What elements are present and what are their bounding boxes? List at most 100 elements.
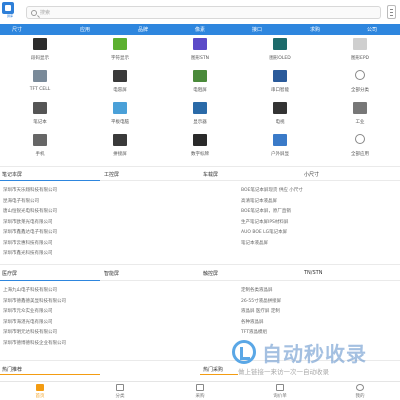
category-item[interactable]: 显示器 xyxy=(160,100,240,132)
profile-icon xyxy=(356,384,364,391)
category-label: 拼接屏 xyxy=(113,152,127,157)
category-item[interactable]: 段码显示 xyxy=(0,36,80,68)
section-tab[interactable]: 热门采购 xyxy=(203,366,223,373)
capacitive-screen-icon xyxy=(113,70,127,82)
product-link[interactable]: 液晶屏 医疗屏 定制 xyxy=(241,308,280,314)
category-item[interactable]: 电视 xyxy=(240,100,320,132)
category-label: 显示器 xyxy=(193,120,207,125)
product-link[interactable]: 生产笔记本屏IPS材料屏 xyxy=(241,219,288,225)
laptop-icon xyxy=(33,102,47,114)
section-tab[interactable]: 车载屏 xyxy=(203,171,218,178)
category-item[interactable]: 电阻屏 xyxy=(160,68,240,100)
category-label: 数字标牌 xyxy=(191,152,209,157)
nav-item[interactable]: 像素 xyxy=(195,26,205,33)
tab-purchase[interactable]: 采购 xyxy=(180,384,220,400)
category-item[interactable]: 图形STN xyxy=(160,36,240,68)
product-link[interactable]: 高清笔记本液晶屏 xyxy=(241,198,277,204)
tab-label: 分类 xyxy=(115,394,125,399)
category-label: 图形OLED xyxy=(269,56,291,61)
section-tab[interactable]: 工控屏 xyxy=(104,171,119,178)
category-label: 手机 xyxy=(35,152,45,157)
search-input[interactable]: 搜索 xyxy=(26,6,381,19)
all-applications-icon xyxy=(355,134,365,144)
category-item[interactable]: TFT CELL xyxy=(0,68,80,100)
category-item[interactable]: 平板电脑 xyxy=(80,100,160,132)
nav-item[interactable]: 求购 xyxy=(310,26,320,33)
splicing-screen-icon xyxy=(113,134,127,146)
category-label: 工业 xyxy=(355,120,365,125)
section-tab[interactable]: 智能屏 xyxy=(104,270,119,277)
graphic-oled-icon xyxy=(273,38,287,50)
menu-icon[interactable] xyxy=(387,5,396,19)
company-link[interactable]: 深圳市鑫光科技有限公司 xyxy=(3,250,53,256)
category-item[interactable]: 工业 xyxy=(320,100,400,132)
category-label: 图形STN xyxy=(191,56,209,61)
category-item[interactable]: 数字标牌 xyxy=(160,132,240,164)
nav-item[interactable]: 尺寸 xyxy=(12,26,22,33)
product-link[interactable]: 定制各类液晶屏 xyxy=(241,287,273,293)
tab-label: 首页 xyxy=(35,394,45,399)
company-link[interactable]: 深圳市鑫鑫达电子有限公司 xyxy=(3,229,57,235)
company-link[interactable]: 深圳市德鑫德美显科技有限公司 xyxy=(3,298,66,304)
product-link[interactable]: 各种液晶屏 xyxy=(241,319,264,325)
category-item[interactable]: 图形EPD xyxy=(320,36,400,68)
search-placeholder: 搜索 xyxy=(40,10,51,16)
site-logo[interactable]: 屏库 xyxy=(2,2,18,18)
section-active-line xyxy=(0,180,100,181)
category-label: TFT CELL xyxy=(29,87,51,92)
section-tab[interactable]: 热门推荐 xyxy=(2,366,22,373)
nav-item[interactable]: 公司 xyxy=(367,26,377,33)
category-label: 电阻屏 xyxy=(193,88,207,93)
phone-icon xyxy=(33,134,47,146)
company-link[interactable]: 深圳市天乐翔科技有限公司 xyxy=(3,187,57,193)
graphic-stn-icon xyxy=(193,38,207,50)
category-label: 图形EPD xyxy=(350,56,370,61)
category-item[interactable]: 电容屏 xyxy=(80,68,160,100)
category-label: 电视 xyxy=(275,120,285,125)
header: 屏库 搜索 xyxy=(0,0,400,24)
nav-item[interactable]: 品牌 xyxy=(138,26,148,33)
tab-inquiry[interactable]: 询价单 xyxy=(260,384,300,400)
tab-profile[interactable]: 我的 xyxy=(340,384,380,400)
home-icon xyxy=(36,384,44,391)
category-item[interactable]: 全部应用 xyxy=(320,132,400,164)
company-link[interactable]: 昆海电子有限公司 xyxy=(3,198,39,204)
company-link[interactable]: 深圳市欧莱光电有限公司 xyxy=(3,219,53,225)
company-link[interactable]: 深圳市德博德科技企业有限公司 xyxy=(3,340,66,346)
product-link[interactable]: 26-55寸液晶拼接屏 xyxy=(241,298,281,304)
nav-item[interactable]: 应用 xyxy=(80,26,90,33)
section-tab[interactable]: TN/STN xyxy=(304,270,322,276)
category-item[interactable]: 笔记本 xyxy=(0,100,80,132)
tab-category[interactable]: 分类 xyxy=(100,384,140,400)
company-link[interactable]: 深圳市明元达科技有限公司 xyxy=(3,329,57,335)
category-item[interactable]: 图形OLED xyxy=(240,36,320,68)
category-item[interactable]: 手机 xyxy=(0,132,80,164)
product-link[interactable]: AUO BOE LG笔记本屏 xyxy=(241,229,287,235)
product-link[interactable]: BOE笔记本屏现货 供应 小尺寸 xyxy=(241,187,303,193)
tab-home[interactable]: 首页 xyxy=(20,384,60,400)
company-link[interactable]: 深圳市元众实业有限公司 xyxy=(3,308,53,314)
nav-item[interactable]: 接口 xyxy=(252,26,262,33)
search-icon xyxy=(31,10,37,16)
category-item[interactable]: 户外屏显 xyxy=(240,132,320,164)
category-item[interactable]: 拼接屏 xyxy=(80,132,160,164)
product-link[interactable]: BOE笔记本屏，原厂直销 xyxy=(241,208,291,214)
category-label: 全部分类 xyxy=(351,88,369,93)
company-link[interactable]: 唐山恒锐光电科技有限公司 xyxy=(3,208,57,214)
monitor-icon xyxy=(193,102,207,114)
category-item[interactable]: 全部分类 xyxy=(320,68,400,100)
company-link[interactable]: 上海九山电子科技有限公司 xyxy=(3,287,57,293)
section-tab[interactable]: 小尺寸 xyxy=(304,171,319,178)
category-item[interactable]: 字符显示 xyxy=(80,36,160,68)
section-tab[interactable]: 笔记本屏 xyxy=(2,171,22,178)
company-link[interactable]: 深圳市海湛光电有限公司 xyxy=(3,319,53,325)
product-link[interactable]: 笔记本液晶屏 xyxy=(241,240,268,246)
category-item[interactable]: 串口智能 xyxy=(240,68,320,100)
section-tab[interactable]: 医疗屏 xyxy=(2,270,17,277)
section-tab[interactable]: 触控屏 xyxy=(203,270,218,277)
product-link[interactable]: TFT液晶模组 xyxy=(241,329,267,335)
inquiry-icon xyxy=(276,384,284,391)
tablet-icon xyxy=(113,102,127,114)
watermark-title: 自动秒收录 xyxy=(262,342,367,366)
company-link[interactable]: 深圳市云惠科技有限公司 xyxy=(3,240,53,246)
